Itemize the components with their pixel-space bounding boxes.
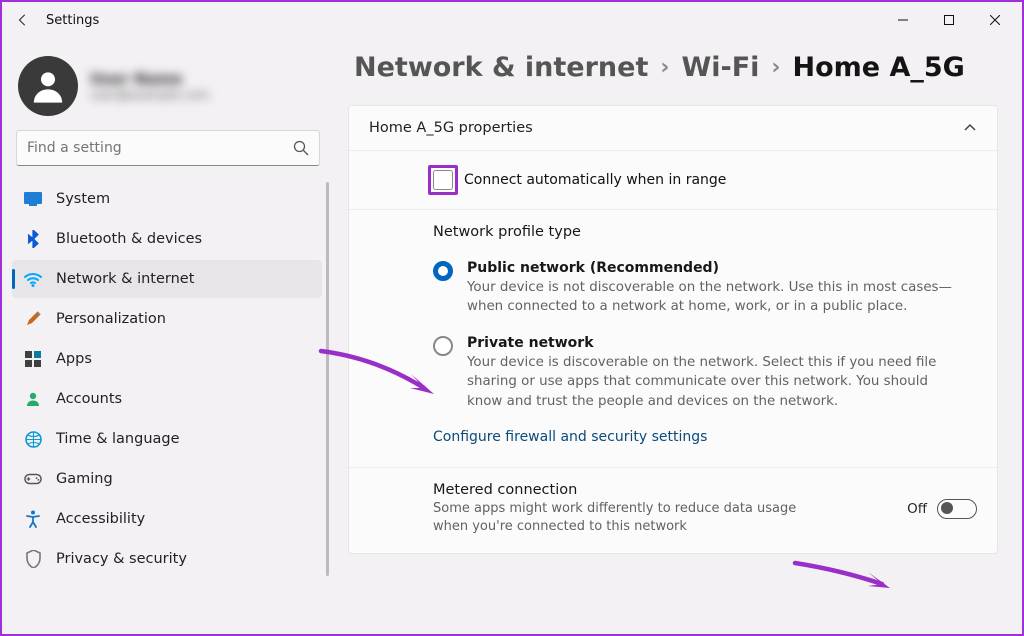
sidebar-item-label: Time & language: [56, 431, 180, 447]
breadcrumb-link[interactable]: Wi-Fi: [681, 52, 759, 83]
sidebar-item-accessibility[interactable]: Accessibility: [12, 500, 322, 538]
firewall-link[interactable]: Configure firewall and security settings: [433, 429, 977, 445]
sidebar-item-label: Accessibility: [56, 511, 145, 527]
search-input[interactable]: [27, 140, 293, 156]
sidebar-item-gaming[interactable]: Gaming: [12, 460, 322, 498]
panel-title: Home A_5G properties: [369, 120, 533, 136]
connect-auto-checkbox[interactable]: [433, 170, 453, 190]
public-network-title: Public network (Recommended): [467, 260, 957, 276]
sidebar-item-label: Accounts: [56, 391, 122, 407]
metered-title: Metered connection: [433, 482, 889, 498]
metered-toggle[interactable]: [937, 499, 977, 519]
breadcrumb-link[interactable]: Network & internet: [354, 52, 648, 83]
profile-text: User Name user@example.com: [90, 70, 209, 102]
private-network-radio[interactable]: [433, 336, 453, 356]
wifi-icon: [24, 270, 42, 288]
search-icon: [293, 140, 309, 156]
sidebar-item-accounts[interactable]: Accounts: [12, 380, 322, 418]
back-button[interactable]: [6, 3, 40, 37]
metered-desc: Some apps might work differently to redu…: [433, 500, 803, 535]
accessibility-icon: [24, 510, 42, 528]
chevron-right-icon: ›: [771, 55, 780, 80]
shield-icon: [24, 550, 42, 568]
sidebar-item-personalization[interactable]: Personalization: [12, 300, 322, 338]
public-network-desc: Your device is not discoverable on the n…: [467, 278, 957, 317]
sidebar-item-privacy[interactable]: Privacy & security: [12, 540, 322, 578]
public-network-radio[interactable]: [433, 261, 453, 281]
annotation-highlight: [428, 165, 458, 195]
sidebar-item-label: Network & internet: [56, 271, 194, 287]
avatar[interactable]: [18, 56, 78, 116]
brush-icon: [24, 310, 42, 328]
system-icon: [24, 190, 42, 208]
chevron-right-icon: ›: [660, 55, 669, 80]
connect-auto-label: Connect automatically when in range: [464, 172, 726, 188]
sidebar-item-bluetooth[interactable]: Bluetooth & devices: [12, 220, 322, 258]
window-title: Settings: [46, 13, 99, 28]
sidebar-item-label: System: [56, 191, 110, 207]
private-network-title: Private network: [467, 335, 957, 351]
chevron-up-icon: [963, 121, 977, 135]
person-icon: [24, 390, 42, 408]
sidebar-item-label: Apps: [56, 351, 92, 367]
sidebar-item-label: Personalization: [56, 311, 166, 327]
maximize-button[interactable]: [926, 5, 972, 35]
panel-header[interactable]: Home A_5G properties: [349, 106, 997, 150]
gamepad-icon: [24, 470, 42, 488]
sidebar-item-network[interactable]: Network & internet: [12, 260, 322, 298]
sidebar-item-label: Privacy & security: [56, 551, 187, 567]
private-network-desc: Your device is discoverable on the netwo…: [467, 353, 957, 411]
breadcrumb: Network & internet › Wi-Fi › Home A_5G: [354, 52, 998, 83]
breadcrumb-current: Home A_5G: [793, 52, 965, 83]
close-button[interactable]: [972, 5, 1018, 35]
globe-clock-icon: [24, 430, 42, 448]
sidebar-item-system[interactable]: System: [12, 180, 322, 218]
bluetooth-icon: [24, 230, 42, 248]
profile-type-heading: Network profile type: [433, 224, 977, 240]
minimize-button[interactable]: [880, 5, 926, 35]
sidebar-item-label: Gaming: [56, 471, 113, 487]
apps-icon: [24, 350, 42, 368]
metered-state: Off: [907, 501, 927, 517]
sidebar-item-label: Bluetooth & devices: [56, 231, 202, 247]
sidebar-item-time[interactable]: Time & language: [12, 420, 322, 458]
sidebar-item-apps[interactable]: Apps: [12, 340, 322, 378]
search-box[interactable]: [16, 130, 320, 166]
